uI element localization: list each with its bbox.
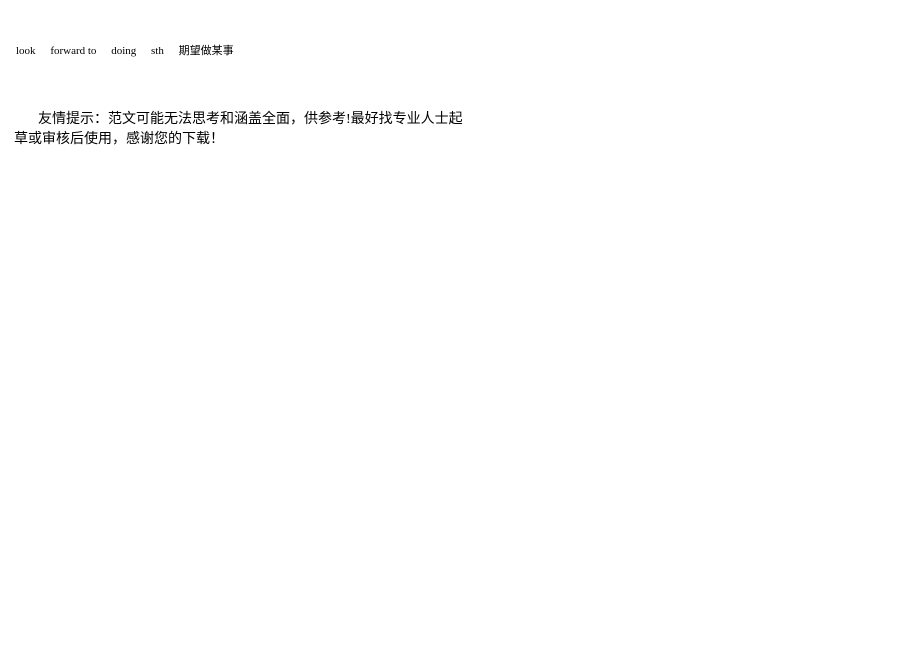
word-sth: sth <box>151 45 164 57</box>
word-doing: doing <box>111 45 136 57</box>
word-forward-to: forward to <box>50 45 96 57</box>
notice-text: 友情提示：范文可能无法思考和涵盖全面，供参考!最好找专业人士起草或审核后使用，感… <box>14 110 464 149</box>
word-look: look <box>16 45 36 57</box>
word-chinese-meaning: 期望做某事 <box>179 42 234 58</box>
notice-paragraph: 友情提示：范文可能无法思考和涵盖全面，供参考!最好找专业人士起草或审核后使用，感… <box>14 110 464 149</box>
vocabulary-line: look forward to doing sth 期望做某事 <box>16 42 234 58</box>
